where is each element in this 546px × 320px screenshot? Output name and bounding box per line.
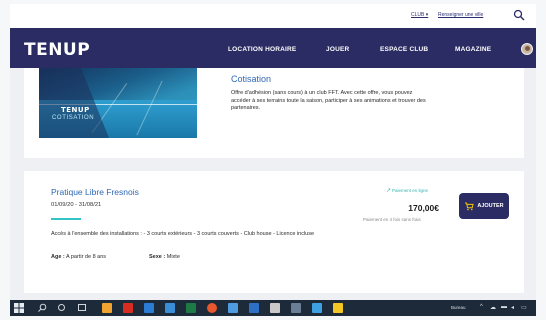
club-link[interactable]: CLUB ▾	[411, 12, 428, 18]
search-icon[interactable]	[513, 9, 525, 21]
folder-icon[interactable]	[333, 303, 343, 313]
offer-price: 170,00€	[408, 203, 439, 213]
online-payment-label: Paiement en ligne	[392, 188, 429, 193]
browser-viewport: CLUB ▾ Renseigner une ville TENUP LOCATI…	[10, 4, 536, 316]
file-explorer-icon[interactable]	[102, 303, 112, 313]
cart-icon	[465, 202, 474, 211]
chrome-icon[interactable]	[207, 303, 217, 313]
pdf-reader-icon[interactable]	[123, 303, 133, 313]
app-icon[interactable]	[228, 303, 238, 313]
app-icon[interactable]	[270, 303, 280, 313]
city-search-link[interactable]: Renseigner une ville	[438, 12, 483, 18]
volume-icon[interactable]: ◂	[511, 304, 514, 311]
nav-location-horaire[interactable]: LOCATION HORAIRE	[228, 46, 296, 53]
nav-espace-club[interactable]: ESPACE CLUB	[380, 46, 428, 53]
nav-jouer[interactable]: JOUER	[326, 46, 349, 53]
cotisation-title: Cotisation	[231, 74, 272, 84]
nav-magazine[interactable]: MAGAZINE	[455, 46, 491, 53]
add-to-cart-button[interactable]: AJOUTER	[459, 193, 509, 219]
cotisation-description: Offre d'adhésion (sans cours) à un club …	[231, 90, 426, 112]
cotisation-card: TENUP COTISATION Cotisation Offre d'adhé…	[24, 68, 524, 158]
age-label: Age :	[51, 254, 65, 260]
desktop-toolbar-label[interactable]: Bureau	[451, 305, 466, 310]
app-icon[interactable]	[312, 303, 322, 313]
photo-frame: CLUB ▾ Renseigner une ville TENUP LOCATI…	[0, 0, 546, 320]
image-subtitle: COTISATION	[52, 115, 95, 121]
network-icon[interactable]: ▬	[501, 304, 507, 310]
sex-label: Sexe :	[149, 254, 166, 260]
offer-description: Accès à l'ensemble des installations : -…	[51, 231, 315, 237]
cotisation-image: TENUP COTISATION	[39, 68, 197, 138]
accent-divider	[51, 218, 81, 220]
offer-card: Pratique Libre Fresnois 01/09/20 - 31/08…	[24, 171, 524, 293]
task-view-icon[interactable]	[78, 304, 86, 311]
chevron-up-icon[interactable]: ^	[480, 304, 483, 310]
add-button-label: AJOUTER	[477, 203, 504, 209]
outlook-icon[interactable]	[249, 303, 259, 313]
online-payment-note: ↗Paiement en ligne	[386, 187, 428, 194]
windows-taskbar: Bureau ^ ☁ ▬ ◂ ▭	[10, 300, 536, 316]
cloud-icon[interactable]: ☁	[490, 304, 496, 311]
offer-age: Age : A partir de 8 ans	[51, 254, 106, 260]
main-navigation: TENUP LOCATION HORAIRE JOUER ESPACE CLUB…	[10, 28, 536, 68]
image-logo-text: TENUP	[61, 106, 90, 114]
installments-note: Paiement en 4 fois sans frais	[363, 217, 421, 222]
offer-title[interactable]: Pratique Libre Fresnois	[51, 187, 139, 197]
age-value: A partir de 8 ans	[65, 254, 107, 260]
online-payment-icon: ↗	[386, 188, 392, 194]
windows-start-icon[interactable]	[14, 303, 24, 313]
app-icon[interactable]	[291, 303, 301, 313]
user-avatar[interactable]	[521, 43, 533, 55]
cortana-icon[interactable]	[58, 304, 65, 311]
app-icon[interactable]	[144, 303, 154, 313]
main-content: TENUP COTISATION Cotisation Offre d'adhé…	[10, 68, 536, 300]
utility-bar: CLUB ▾ Renseigner une ville	[10, 4, 536, 28]
offer-sex: Sexe : Mixte	[149, 254, 180, 260]
tenup-logo[interactable]: TENUP	[24, 40, 90, 60]
notification-icon[interactable]: ▭	[521, 304, 527, 311]
word-icon[interactable]	[165, 303, 175, 313]
sex-value: Mixte	[166, 254, 180, 260]
taskbar-search-icon[interactable]	[38, 303, 47, 312]
excel-icon[interactable]	[186, 303, 196, 313]
offer-dates: 01/09/20 - 31/08/21	[51, 202, 102, 208]
